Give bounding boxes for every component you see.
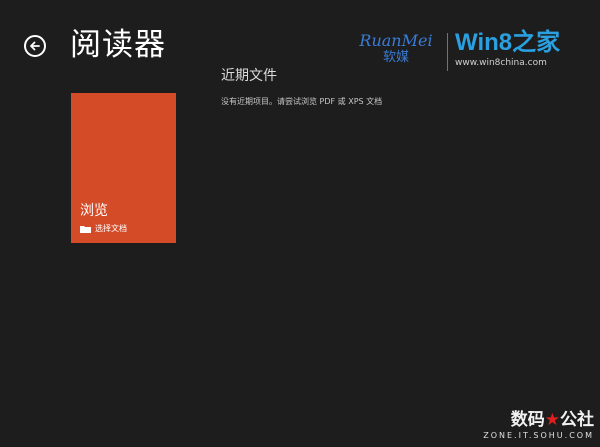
recent-files-empty-message: 没有近期项目。请尝试浏览 PDF 或 XPS 文档 — [221, 97, 383, 106]
folder-icon — [80, 225, 91, 233]
sohu-watermark-right: 公社 — [560, 410, 594, 430]
browse-tile-subtitle: 选择文档 — [95, 224, 127, 233]
back-arrow-icon — [30, 41, 40, 51]
sohu-watermark-url: ZONE.IT.SOHU.COM — [483, 431, 594, 440]
back-button[interactable] — [24, 35, 46, 57]
recent-files-heading: 近期文件 — [221, 68, 277, 84]
logo-divider — [447, 33, 448, 71]
win8china-logo: Win8之家 www.win8china.com — [455, 29, 560, 69]
ruanmei-logo: RuanMei 软媒 — [350, 32, 442, 66]
win8china-logo-text: Win8之家 — [455, 29, 561, 56]
star-icon: ★ — [544, 410, 560, 430]
browse-tile-subtitle-row: 选择文档 — [80, 223, 127, 234]
ruanmei-logo-cn: 软媒 — [382, 50, 409, 65]
sohu-watermark: 数码★公社 ZONE.IT.SOHU.COM — [483, 410, 594, 441]
browse-tile-title: 浏览 — [80, 203, 108, 219]
sohu-watermark-left: 数码 — [510, 410, 545, 430]
page-title: 阅读器 — [70, 27, 166, 63]
browse-tile[interactable]: 浏览 选择文档 — [71, 93, 176, 243]
ruanmei-logo-en: RuanMei — [359, 31, 433, 50]
win8china-logo-url: www.win8china.com — [455, 58, 547, 68]
